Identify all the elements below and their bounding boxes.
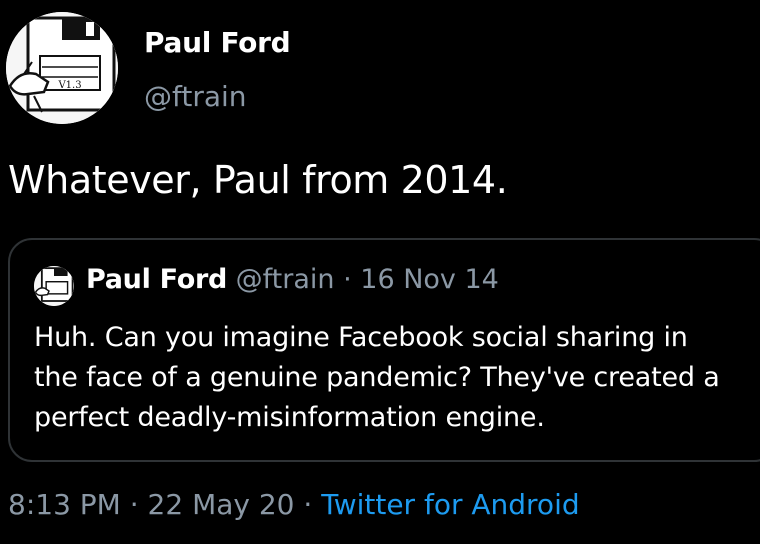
tweet-date[interactable]: 22 May 20 [148, 488, 295, 521]
quoted-tweet-header: Paul Ford @ftrain · 16 Nov 14 [86, 264, 499, 295]
quoted-tweet-card[interactable]: Paul Ford @ftrain · 16 Nov 14 Huh. Can y… [8, 238, 760, 462]
author-avatar[interactable]: V1.3 [6, 12, 118, 124]
author-display-name[interactable]: Paul Ford [144, 26, 291, 59]
quoted-author-avatar [34, 266, 74, 306]
quoted-text-line: the face of a genuine pandemic? They've … [34, 362, 720, 393]
tweet-meta: 8:13 PM · 22 May 20 · Twitter for Androi… [8, 488, 580, 521]
quoted-tweet-text: Huh. Can you imagine Facebook social sha… [34, 318, 760, 438]
meta-separator: · [303, 488, 313, 521]
quoted-tweet-date: 16 Nov 14 [360, 264, 499, 295]
meta-separator: · [129, 488, 139, 521]
author-handle[interactable]: @ftrain [144, 80, 247, 113]
floppy-disk-drawing-icon [34, 266, 74, 306]
tweet-text: Whatever, Paul from 2014. [8, 158, 508, 202]
quoted-text-line: Huh. Can you imagine Facebook social sha… [34, 322, 688, 353]
quoted-header-separator: · [343, 264, 352, 295]
tweet-time[interactable]: 8:13 PM [8, 488, 121, 521]
tweet: V1.3 Paul Ford @ftrain Whatever, Paul fr… [0, 0, 760, 544]
tweet-source-link[interactable]: Twitter for Android [321, 488, 579, 521]
quoted-text-line: perfect deadly-misinformation engine. [34, 402, 545, 433]
quoted-author-handle: @ftrain [235, 264, 335, 295]
svg-text:V1.3: V1.3 [57, 80, 81, 91]
quoted-author-name: Paul Ford [86, 264, 228, 295]
floppy-disk-drawing-icon: V1.3 [6, 12, 118, 124]
